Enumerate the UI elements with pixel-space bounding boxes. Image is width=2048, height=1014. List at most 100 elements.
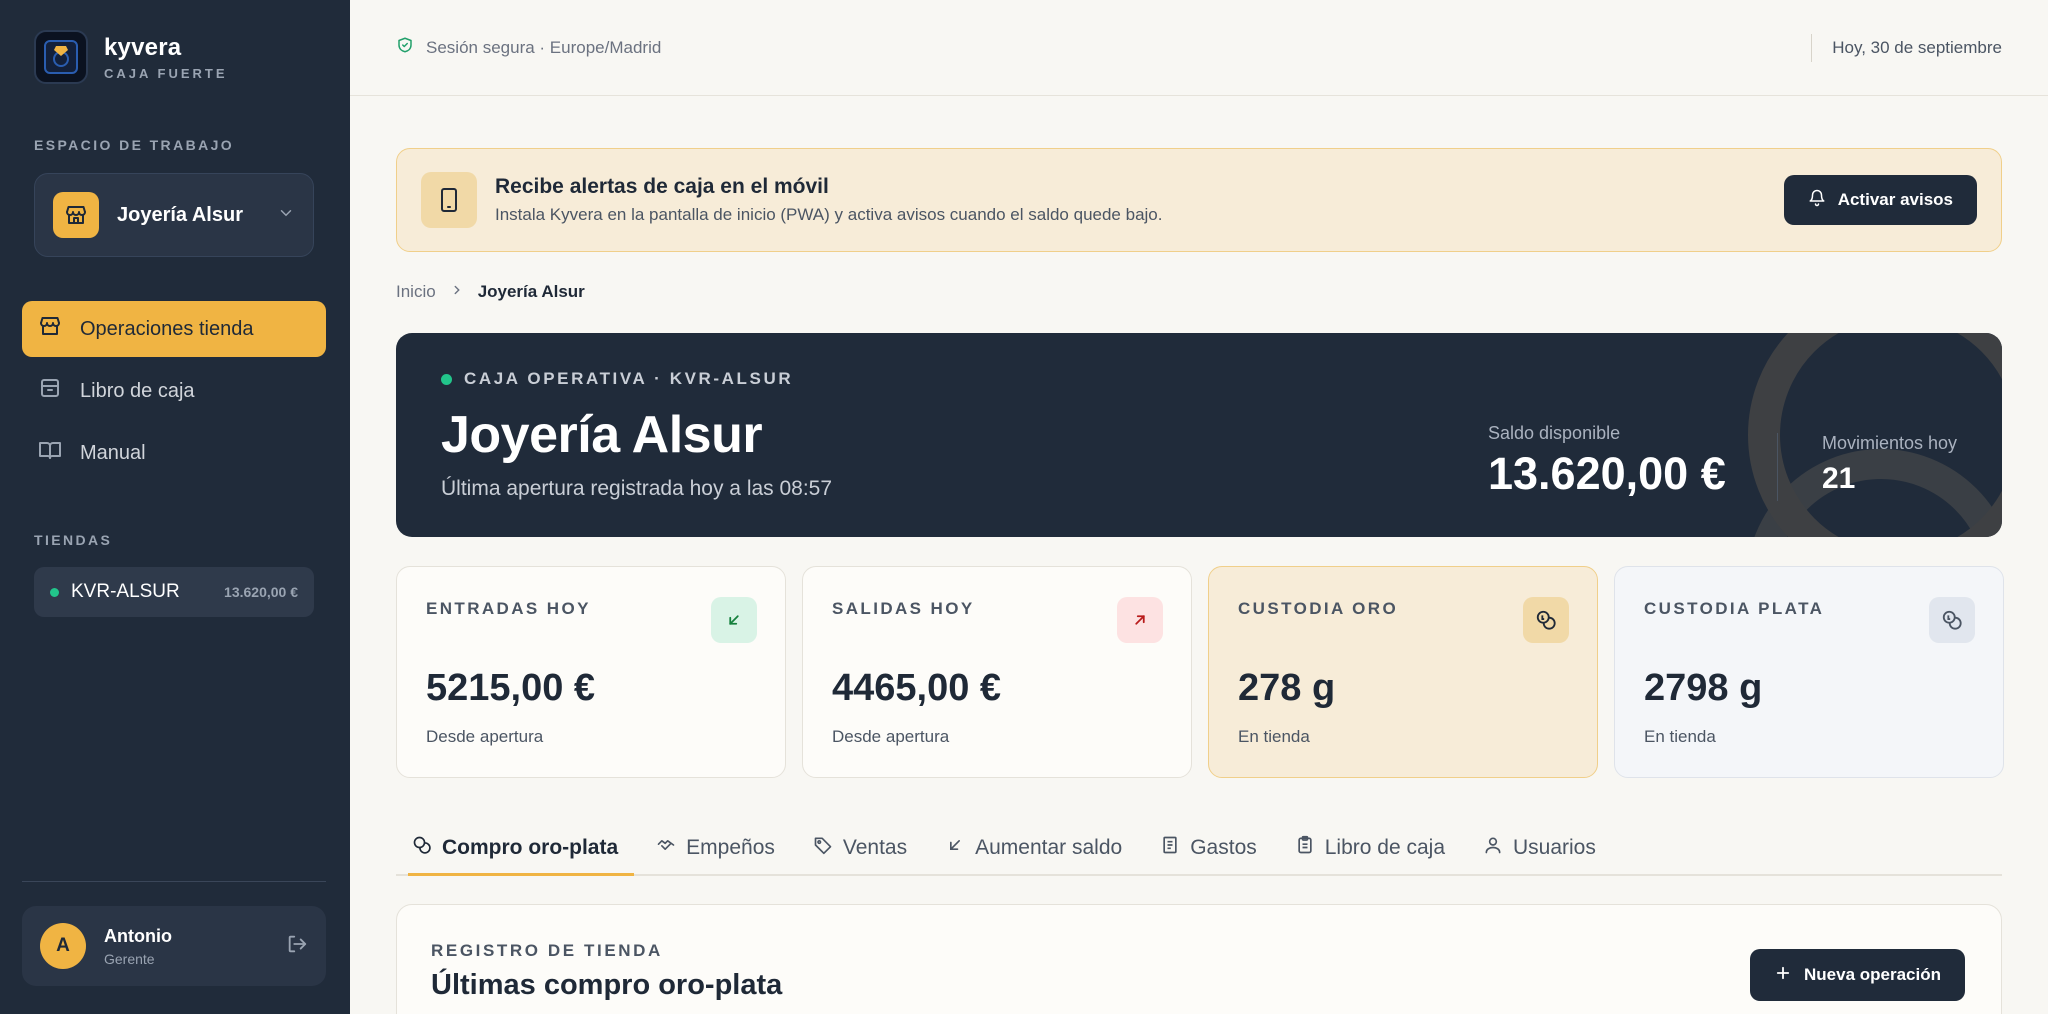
brand-name: kyvera: [104, 33, 182, 61]
status-dot: [50, 587, 59, 597]
tab-ventas[interactable]: Ventas: [797, 822, 923, 874]
activate-alerts-button[interactable]: Activar avisos: [1783, 175, 1977, 225]
stat-card-entradas: ENTRADAS HOY 5215,00 € Desde apertura: [396, 566, 786, 778]
stat-foot: Desde apertura: [426, 727, 544, 746]
movements-label: Movimientos hoy: [1822, 433, 1958, 453]
records-title: Últimas compro oro-plata: [431, 969, 783, 1001]
user-card: A Antonio Gerente: [22, 906, 326, 986]
brand-subtitle: CAJA FUERTE: [104, 65, 228, 81]
sidebar: kyvera CAJA FUERTE ESPACIO DE TRABAJO Jo…: [0, 0, 350, 1014]
tab-aumentar-saldo[interactable]: Aumentar saldo: [929, 822, 1138, 874]
sidebar-item-label: Operaciones tienda: [80, 317, 254, 340]
stat-label: SALIDAS HOY: [832, 599, 975, 618]
store-item-kvr-alsur[interactable]: KVR-ALSUR 13.620,00 €: [34, 567, 314, 617]
avatar: A: [40, 923, 86, 969]
tab-libro-de-caja[interactable]: Libro de caja: [1279, 822, 1461, 874]
divider: [22, 881, 326, 882]
banner-description: Instala Kyvera en la pantalla de inicio …: [495, 205, 1163, 224]
balance-label: Saldo disponible: [1488, 423, 1621, 443]
store-icon: [38, 314, 62, 344]
hero-title: Joyería Alsur: [441, 406, 763, 464]
workspace-section-label: ESPACIO DE TRABAJO: [34, 137, 235, 153]
secure-session: Sesión segura · Europe/Madrid: [396, 36, 661, 59]
workspace-name: Joyería Alsur: [117, 203, 243, 226]
user-icon: [1483, 835, 1503, 861]
shield-check-icon: [396, 36, 414, 59]
sidebar-item-libro-de-caja[interactable]: Libro de caja: [22, 363, 326, 419]
date-display: Hoy, 30 de septiembre: [1811, 33, 2002, 62]
tab-empenos[interactable]: Empeños: [640, 822, 791, 874]
arrow-down-left-icon: [945, 835, 965, 861]
operations-tabs: Compro oro-plata Empeños Ventas Aumentar…: [396, 822, 2002, 876]
arrow-up-right-icon: [1117, 597, 1163, 643]
stat-foot: En tienda: [1238, 727, 1310, 746]
stat-label: CUSTODIA ORO: [1238, 599, 1399, 618]
stat-card-custodia-plata: CUSTODIA PLATA 2798 g En tienda: [1614, 566, 2004, 778]
coins-icon: [1523, 597, 1569, 643]
smartphone-icon: [421, 172, 477, 228]
sidebar-nav: Operaciones tienda Libro de caja Manual: [22, 301, 326, 487]
tab-label: Libro de caja: [1324, 836, 1445, 859]
store-code: KVR-ALSUR: [71, 581, 180, 602]
brand[interactable]: kyvera CAJA FUERTE: [34, 30, 228, 84]
session-text: Sesión segura · Europe/Madrid: [426, 37, 662, 57]
stat-label: ENTRADAS HOY: [426, 599, 591, 618]
stat-card-custodia-oro: CUSTODIA ORO 278 g En tienda: [1208, 566, 1598, 778]
breadcrumb-home[interactable]: Inicio: [396, 282, 436, 302]
stores-section-label: TIENDAS: [34, 532, 113, 548]
sidebar-item-operaciones-tienda[interactable]: Operaciones tienda: [22, 301, 326, 357]
logout-icon[interactable]: [286, 933, 308, 960]
available-balance: Saldo disponible 13.620,00 €: [1488, 423, 1726, 500]
tab-compro-oro-plata[interactable]: Compro oro-plata: [396, 822, 635, 876]
button-label: Activar avisos: [1837, 190, 1953, 209]
tab-usuarios[interactable]: Usuarios: [1467, 822, 1612, 874]
store-balance: 13.620,00 €: [224, 584, 298, 600]
tab-label: Aumentar saldo: [975, 836, 1123, 859]
hero-subtitle: Última apertura registrada hoy a las 08:…: [441, 477, 833, 500]
tag-icon: [813, 835, 833, 861]
chevron-down-icon: [277, 204, 295, 227]
banner-title: Recibe alertas de caja en el móvil: [495, 175, 829, 198]
user-role: Gerente: [104, 950, 155, 967]
stat-value: 4465,00 €: [832, 667, 1002, 709]
breadcrumb: Inicio Joyería Alsur: [396, 282, 585, 302]
store-hero-card: CAJA OPERATIVA · KVR-ALSUR Joyería Alsur…: [396, 333, 2002, 537]
stat-value: 278 g: [1238, 667, 1336, 709]
sidebar-item-label: Manual: [80, 441, 146, 464]
today-date: Hoy, 30 de septiembre: [1832, 37, 2002, 57]
handshake-icon: [656, 835, 676, 861]
tab-label: Usuarios: [1513, 836, 1596, 859]
movements-today: Movimientos hoy 21: [1822, 433, 1957, 496]
plus-icon: [1774, 964, 1792, 987]
sidebar-item-manual[interactable]: Manual: [22, 425, 326, 481]
tab-label: Empeños: [686, 836, 775, 859]
coins-icon: [412, 835, 432, 861]
hero-tag: CAJA OPERATIVA · KVR-ALSUR: [441, 369, 793, 389]
divider: [1811, 33, 1813, 62]
clipboard-icon: [1295, 835, 1315, 861]
vault-logo-icon: [34, 30, 88, 84]
tab-label: Ventas: [842, 836, 908, 859]
stat-foot: En tienda: [1644, 727, 1716, 746]
stat-value: 5215,00 €: [426, 667, 596, 709]
records-tag: REGISTRO DE TIENDA: [431, 941, 663, 960]
tab-label: Gastos: [1190, 836, 1257, 859]
chevron-right-icon: [450, 282, 464, 302]
coins-icon: [1929, 597, 1975, 643]
divider: [1777, 433, 1778, 501]
stat-label: CUSTODIA PLATA: [1644, 599, 1825, 618]
stat-foot: Desde apertura: [832, 727, 950, 746]
arrow-down-left-icon: [711, 597, 757, 643]
stat-card-salidas: SALIDAS HOY 4465,00 € Desde apertura: [802, 566, 1192, 778]
workspace-selector[interactable]: Joyería Alsur: [34, 173, 314, 257]
tab-label: Compro oro-plata: [442, 836, 619, 859]
button-label: Nueva operación: [1804, 965, 1941, 984]
receipt-icon: [1160, 835, 1180, 861]
hero-tag-text: CAJA OPERATIVA · KVR-ALSUR: [464, 369, 794, 388]
stat-value: 2798 g: [1644, 667, 1763, 709]
new-operation-button[interactable]: Nueva operación: [1750, 949, 1965, 1001]
bell-icon: [1808, 189, 1826, 212]
records-card: REGISTRO DE TIENDA Últimas compro oro-pl…: [396, 904, 2002, 1014]
tab-gastos[interactable]: Gastos: [1144, 822, 1273, 874]
archive-icon: [38, 376, 62, 406]
